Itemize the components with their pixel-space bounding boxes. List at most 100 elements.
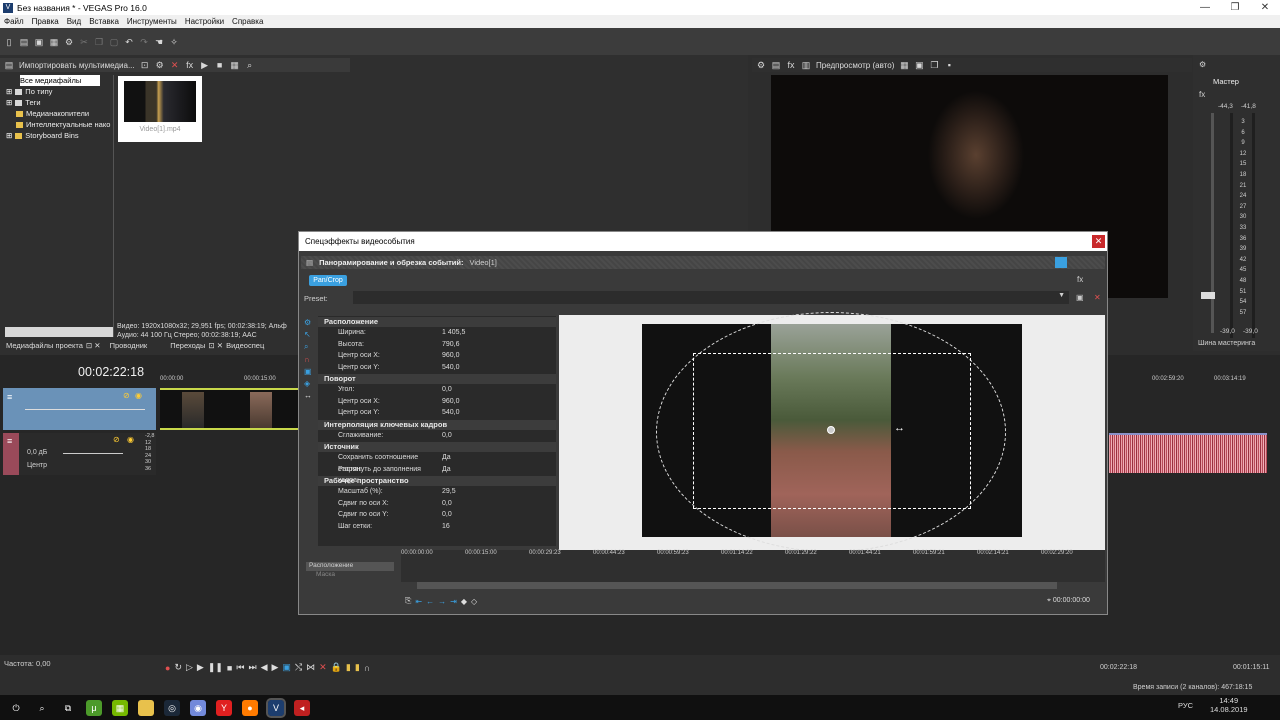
- kf-first-icon[interactable]: ⇤: [415, 597, 422, 606]
- edit-tool-button[interactable]: ▣: [282, 662, 291, 673]
- windows-start-icon[interactable]: ⏻: [8, 700, 24, 716]
- prev-frame-icon[interactable]: ◀: [261, 662, 268, 673]
- tree-scrollbar[interactable]: [5, 327, 113, 337]
- property-row[interactable]: Масштаб (%): 29,5: [318, 486, 556, 498]
- menu-file[interactable]: Файл: [4, 17, 24, 26]
- search-icon[interactable]: ⌕: [245, 60, 255, 70]
- property-value[interactable]: 29,5: [442, 486, 556, 498]
- remove-icon[interactable]: ✕: [170, 60, 180, 70]
- video-track-header[interactable]: ≡ ⊘ ◉: [3, 388, 156, 430]
- yandex-browser-icon[interactable]: Y: [216, 699, 232, 716]
- audio-mute-icon[interactable]: ⊘: [113, 435, 120, 444]
- kf-prev-icon[interactable]: ←: [426, 597, 434, 606]
- envelope-tool-icon[interactable]: ✧: [169, 37, 179, 47]
- go-end-icon[interactable]: ⏭: [248, 662, 256, 673]
- master-fader-track[interactable]: [1211, 113, 1214, 333]
- firefox-icon[interactable]: ●: [242, 699, 258, 716]
- property-value[interactable]: 960,0: [442, 396, 556, 408]
- preset-dropdown[interactable]: ▼: [353, 291, 1069, 304]
- discord-icon[interactable]: ◉: [190, 699, 206, 716]
- save-preset-icon[interactable]: ▣: [1076, 293, 1084, 302]
- stop-icon[interactable]: ■: [215, 60, 225, 70]
- crop-center-handle[interactable]: [827, 426, 835, 434]
- section-header[interactable]: Интерполяция ключевых кадров: [318, 419, 556, 430]
- tab-video-fx[interactable]: Видеоспец: [226, 341, 264, 350]
- delete-preset-icon[interactable]: ✕: [1094, 293, 1101, 302]
- property-row[interactable]: Угол: 0,0: [318, 384, 556, 396]
- fx-icon[interactable]: fx: [185, 60, 195, 70]
- zoom-tool-icon[interactable]: ⌕: [304, 342, 316, 352]
- search-icon[interactable]: ⌕: [34, 700, 50, 716]
- import-media-icon[interactable]: ▤: [4, 60, 14, 70]
- property-value[interactable]: 960,0: [442, 350, 556, 362]
- cut-icon[interactable]: ✂: [79, 37, 89, 47]
- grid-icon[interactable]: ▦: [899, 60, 909, 70]
- property-value[interactable]: 790,6: [442, 339, 556, 351]
- next-frame-icon[interactable]: ▶: [272, 662, 279, 673]
- kf-sync-icon[interactable]: ⎘: [405, 596, 411, 606]
- copy-icon[interactable]: ❐: [94, 37, 104, 47]
- preview-quality-dropdown[interactable]: Предпросмотр (авто): [816, 61, 894, 70]
- copy-snapshot-icon[interactable]: ❐: [929, 60, 939, 70]
- overlay-icon[interactable]: ▣: [914, 60, 924, 70]
- property-value[interactable]: 540,0: [442, 407, 556, 419]
- solo-icon[interactable]: ◉: [135, 391, 142, 400]
- property-row[interactable]: Центр оси Y: 540,0: [318, 407, 556, 419]
- track-expand-icon[interactable]: ≡: [7, 392, 12, 402]
- tree-item-smart-bins[interactable]: Интеллектуальные нако: [6, 119, 112, 130]
- tree-item-storage[interactable]: Медианакопители: [6, 108, 112, 119]
- go-start-icon[interactable]: ⏮: [236, 662, 244, 673]
- video-clip[interactable]: [160, 388, 298, 430]
- keyboard-language[interactable]: РУС: [1178, 701, 1193, 710]
- kf-track-position[interactable]: Расположение: [306, 562, 394, 571]
- property-value[interactable]: 540,0: [442, 362, 556, 374]
- menu-insert[interactable]: Вставка: [89, 17, 119, 26]
- magnet-icon[interactable]: ∩: [364, 663, 370, 673]
- property-value[interactable]: 0,0: [442, 430, 556, 442]
- preview-props-icon[interactable]: ▤: [771, 60, 781, 70]
- media-thumbnail[interactable]: Video[1].mp4: [118, 76, 202, 142]
- utorrent-icon[interactable]: μ: [86, 699, 102, 716]
- vegas-taskbar-icon[interactable]: V: [266, 697, 286, 718]
- steam-icon[interactable]: ◎: [164, 699, 180, 716]
- magnet-tool-icon[interactable]: ∩: [304, 355, 316, 364]
- properties-icon[interactable]: ⚙: [155, 60, 165, 70]
- keyframe-scrollbar[interactable]: [417, 582, 1057, 589]
- transport-play-icon[interactable]: ▶: [197, 662, 204, 673]
- audio-waveform[interactable]: [1109, 433, 1267, 473]
- property-value[interactable]: 0,0: [442, 509, 556, 521]
- property-row[interactable]: Ширина: 1 405,5: [318, 327, 556, 339]
- render-icon[interactable]: ▦: [49, 37, 59, 47]
- chain-toggle-icon[interactable]: [1055, 257, 1067, 268]
- pan-crop-chip[interactable]: Pan/Crop: [309, 275, 347, 286]
- dialog-close-icon[interactable]: ✕: [1092, 235, 1105, 248]
- import-media-button[interactable]: Импортировать мультимедиа...: [19, 61, 135, 70]
- property-value[interactable]: 0,0: [442, 384, 556, 396]
- save-icon[interactable]: ▣: [34, 37, 44, 47]
- delete-icon[interactable]: ✕: [319, 662, 327, 673]
- tab-transitions[interactable]: Переходы: [170, 341, 205, 350]
- play-icon[interactable]: ▶: [200, 60, 210, 70]
- kf-track-mask[interactable]: Маска: [306, 571, 394, 580]
- nvidia-icon[interactable]: ▦: [112, 699, 128, 716]
- split-view-icon[interactable]: ▥: [801, 60, 811, 70]
- fx-plugin-icon[interactable]: fx: [1077, 275, 1083, 284]
- aspect-tool-icon[interactable]: ▣: [304, 367, 316, 376]
- lock-icon[interactable]: 🔒: [331, 662, 342, 673]
- menu-tools[interactable]: Инструменты: [127, 17, 177, 26]
- audio-track-header[interactable]: ≡ ⊘ ◉ 0,0 дБ Центр -2,8 12 18 24 30 36: [3, 433, 156, 475]
- transport-stop-icon[interactable]: ■: [227, 663, 232, 673]
- menu-settings[interactable]: Настройки: [185, 17, 224, 26]
- record-icon[interactable]: ●: [165, 663, 170, 673]
- undo-icon[interactable]: ↶: [124, 37, 134, 47]
- property-value[interactable]: Да: [442, 452, 556, 464]
- tree-item-all-media[interactable]: Все медиафайлы: [20, 75, 100, 86]
- paste-icon[interactable]: ▢: [109, 37, 119, 47]
- tab-explorer[interactable]: Проводник: [110, 341, 148, 350]
- video-opacity-slider[interactable]: [25, 409, 145, 410]
- property-row[interactable]: Сохранить соотношение сторон: Да: [318, 452, 556, 473]
- section-header[interactable]: Рабочее пространство: [318, 476, 556, 486]
- capture-icon[interactable]: ⊡: [140, 60, 150, 70]
- property-row[interactable]: Сдвиг по оси X: 0,0: [318, 498, 556, 510]
- save-snapshot-icon[interactable]: ▪: [944, 60, 954, 70]
